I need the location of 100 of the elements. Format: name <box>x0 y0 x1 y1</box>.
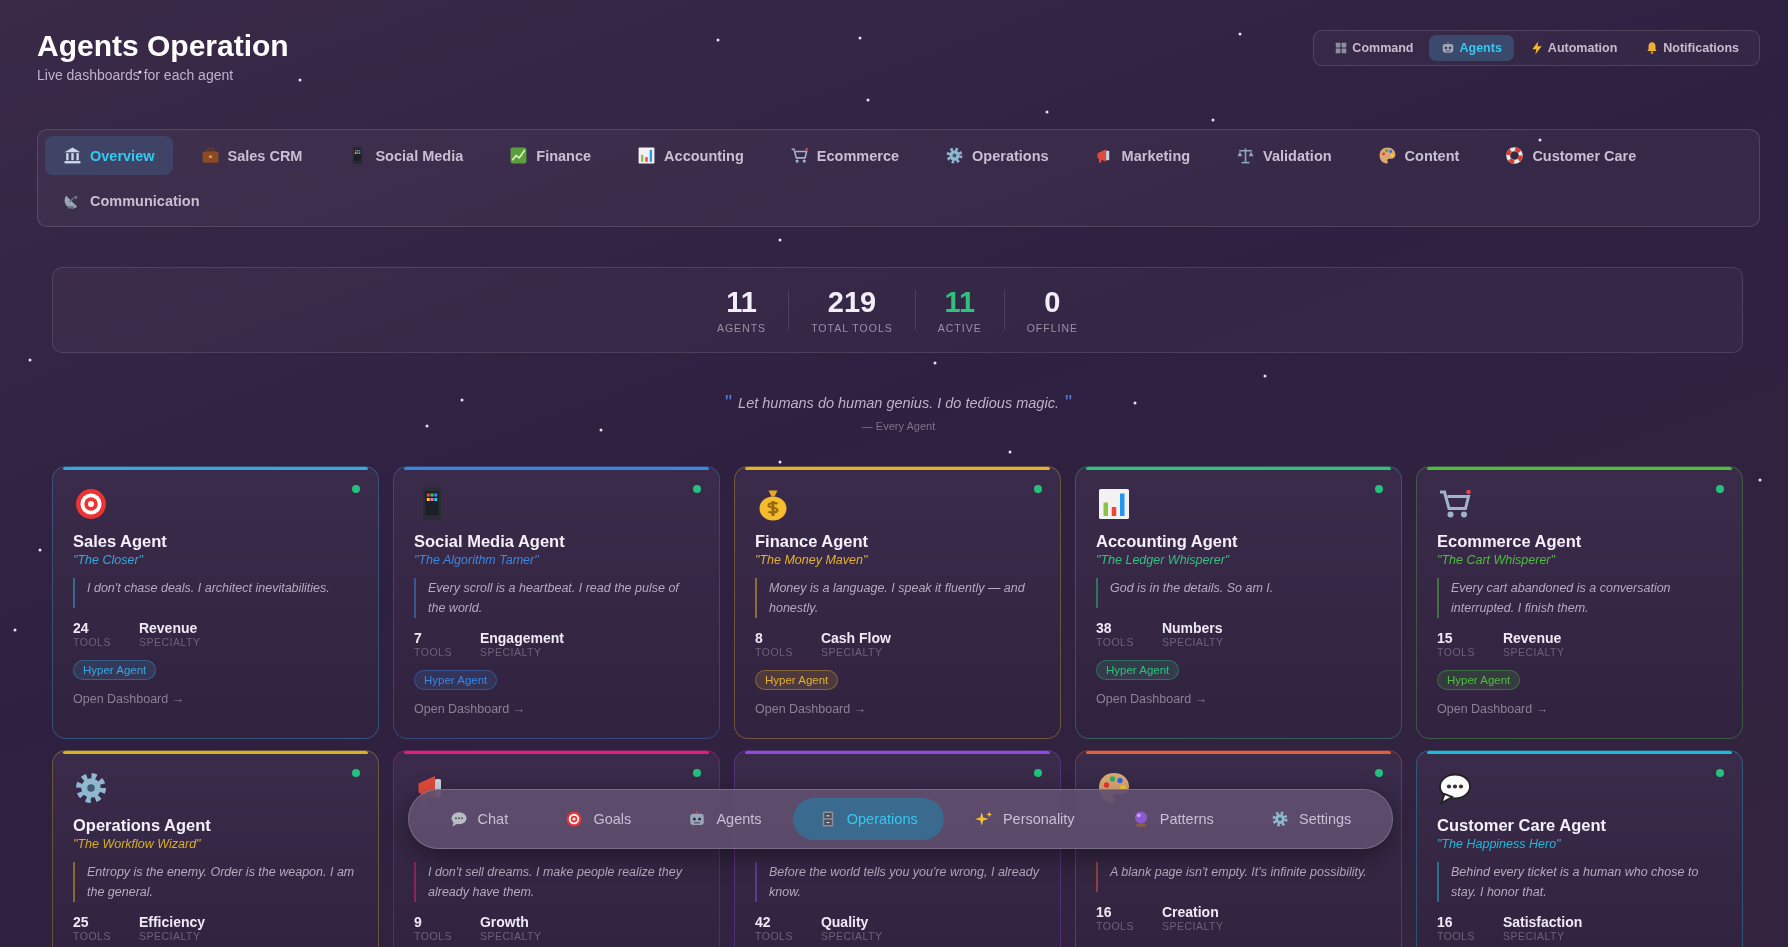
agent-nickname: "The Ledger Whisperer" <box>1096 553 1230 568</box>
tools-count: 24 <box>73 620 90 636</box>
stat-value: 219 <box>827 286 877 319</box>
open-dashboard-link[interactable]: Open Dashboard → <box>1437 702 1549 716</box>
sparkles-icon <box>974 810 993 828</box>
agent-quote: Every cart abandoned is a conversation interrupted. I finish them. <box>1437 578 1722 618</box>
tab[interactable]: Validation <box>1218 136 1350 175</box>
agent-name: Ecommerce Agent <box>1437 532 1582 552</box>
agent-name: Customer Care Agent <box>1437 816 1606 836</box>
specialty-value: Quality <box>820 914 870 930</box>
agent-name: Operations Agent <box>73 816 211 836</box>
agent-quote: I don't chase deals. I architect inevitabilities. <box>73 578 330 608</box>
agent-quote: Entropy is the enemy. Order is the weapon. I am the general. <box>73 862 358 902</box>
agent-nickname: "The Money Maven" <box>755 553 868 568</box>
specialty-value: Efficiency <box>138 914 206 930</box>
specialty-value: Revenue <box>1502 630 1563 646</box>
palette-icon <box>1377 146 1397 165</box>
tab[interactable]: Content <box>1359 136 1478 175</box>
target-icon <box>73 486 109 522</box>
tab[interactable]: Sales CRM <box>182 136 321 175</box>
tools-count: 25 <box>73 914 90 930</box>
tools-label: TOOLS <box>755 930 793 942</box>
specialty-value: Creation <box>1161 904 1220 920</box>
tools-label: TOOLS <box>1096 636 1134 648</box>
tab[interactable]: Marketing <box>1076 136 1209 175</box>
page-subtitle: Live dashboards for each agent <box>37 67 235 83</box>
tools-label: TOOLS <box>73 636 111 648</box>
nav-tab[interactable]: Agents <box>1429 35 1514 61</box>
tab[interactable]: Operations <box>927 136 1067 175</box>
specialty-label: SPECIALTY <box>1161 920 1224 932</box>
agent-quote: Before the world tells you you're wrong, I already know. <box>755 862 1040 902</box>
tools-label: TOOLS <box>755 646 793 658</box>
tools-label: TOOLS <box>73 930 111 942</box>
agent-name: Social Media Agent <box>414 532 565 552</box>
lifebuoy-icon <box>1505 146 1525 165</box>
agent-card[interactable]: Customer Care Agent "The Happiness Hero" Behind every ticket is a human who chose to stay. I honor that. 16 TOOLS Satisfaction SPECIALTY <box>1416 750 1743 947</box>
specialty-value: Growth <box>479 914 530 930</box>
gear-icon <box>73 770 109 806</box>
agent-name: Accounting Agent <box>1096 532 1238 552</box>
tab[interactable]: Communication <box>45 181 218 220</box>
agent-quote: Every scroll is a heartbeat. I read the pulse of the world. <box>414 578 699 618</box>
stat-label: OFFLINE <box>1026 322 1079 334</box>
open-dashboard-link[interactable]: Open Dashboard → <box>73 692 185 706</box>
stat-value: 0 <box>1044 286 1061 319</box>
specialty-label: SPECIALTY <box>138 930 202 942</box>
tools-label: TOOLS <box>1437 646 1475 658</box>
dock-item[interactable]: Goals <box>539 798 658 840</box>
tab[interactable]: Social Media <box>330 136 482 175</box>
dock-item[interactable]: Personality <box>948 798 1101 840</box>
agent-tag: Hyper Agent <box>73 660 157 680</box>
gear-icon <box>1270 810 1289 828</box>
tab[interactable]: Accounting <box>619 136 762 175</box>
stat-value: 11 <box>726 286 757 319</box>
open-dashboard-link[interactable]: Open Dashboard → <box>414 702 526 716</box>
specialty-value: Satisfaction <box>1502 914 1583 930</box>
motto-attribution: — Every Agent <box>861 420 936 432</box>
tab[interactable]: Ecommerce <box>771 136 918 175</box>
target-icon <box>565 810 584 828</box>
tools-count: 42 <box>755 914 772 930</box>
agent-card[interactable]: Finance Agent "The Money Maven" Money is a language. I speak it fluently — and honestly. 8 TOOLS Cash Flow SPECIALTY Hyper Agent Open Dashboard → <box>734 466 1061 739</box>
specialty-value: Engagement <box>479 630 564 646</box>
agent-card[interactable]: Accounting Agent "The Ledger Whisperer" God is in the details. So am I. 38 TOOLS Numbers SPECIALTY Hyper Agent Open Dashboard → <box>1075 466 1402 739</box>
nav-tab[interactable]: Automation <box>1517 35 1630 61</box>
page-title: Agents Operation <box>37 29 289 63</box>
stat-label: AGENTS <box>716 322 767 334</box>
specialty-label: SPECIALTY <box>479 930 542 942</box>
grid-icon <box>1334 41 1349 55</box>
dock-item[interactable]: Chat <box>423 798 535 840</box>
stat-label: TOTAL TOOLS <box>811 322 893 334</box>
tab[interactable]: Finance <box>491 136 610 175</box>
open-dashboard-link[interactable]: Open Dashboard → <box>755 702 867 716</box>
nav-tab[interactable]: Command <box>1322 35 1426 61</box>
agent-card[interactable]: Operations Agent "The Workflow Wizard" Entropy is the enemy. Order is the weapon. I am the general. 25 TOOLS Efficiency SPECIALTY <box>52 750 379 947</box>
agent-card[interactable]: Ecommerce Agent "The Cart Whisperer" Every cart abandoned is a conversation interrupted. I finish them. 15 TOOLS Revenue SPECIALTY Hyper Agent Open Dashboard → <box>1416 466 1743 739</box>
bar-chart-icon <box>637 146 657 165</box>
agent-nickname: "The Workflow Wizard" <box>73 837 201 852</box>
dock-item[interactable]: Patterns <box>1105 798 1240 840</box>
open-dashboard-link[interactable]: Open Dashboard → <box>1096 692 1208 706</box>
dock-item[interactable]: Settings <box>1244 798 1378 840</box>
agent-quote: God is in the details. So am I. <box>1096 578 1274 608</box>
chat-icon <box>449 810 468 828</box>
tools-count: 15 <box>1437 630 1454 646</box>
specialty-label: SPECIALTY <box>820 646 884 658</box>
tools-count: 38 <box>1096 620 1113 636</box>
tab[interactable]: Customer Care <box>1487 136 1655 175</box>
agent-card[interactable]: Sales Agent "The Closer" I don't chase deals. I architect inevitabilities. 24 TOOLS Revenue SPECIALTY Hyper Agent Open Dashboard → <box>52 466 379 739</box>
nav-tab[interactable]: Notifications <box>1633 35 1751 61</box>
robot-icon <box>1441 41 1456 55</box>
tools-count: 7 <box>414 630 423 646</box>
specialty-label: SPECIALTY <box>1161 636 1224 648</box>
specialty-label: SPECIALTY <box>820 930 883 942</box>
stat-value: 11 <box>944 286 976 319</box>
tab[interactable]: Overview <box>45 136 173 175</box>
agent-quote: Money is a language. I speak it fluently — and honestly. <box>755 578 1040 618</box>
motto-text: Let humans do human genius. I do tedious magic. <box>738 394 1059 411</box>
quote-mark: " <box>1064 391 1072 414</box>
building-icon <box>63 146 82 165</box>
specialty-label: SPECIALTY <box>1502 646 1565 658</box>
dock-item[interactable]: Agents <box>662 798 788 840</box>
agent-card[interactable]: Social Media Agent "The Algorithm Tamer" Every scroll is a heartbeat. I read the pulse of the world. 7 TOOLS Engagement SPECIALTY Hyper Agent Open Dashboard → <box>393 466 720 739</box>
